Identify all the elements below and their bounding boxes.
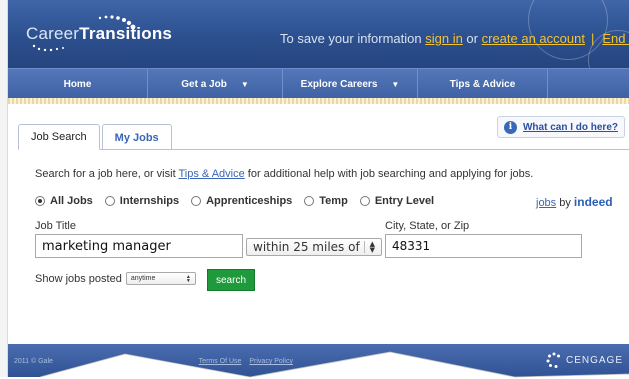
job-search-panel: Job Search My Jobs i What can I do here?…	[8, 104, 629, 344]
end-session-link[interactable]: End Session	[602, 31, 629, 46]
indeed-logo[interactable]: indeed	[574, 195, 613, 209]
save-info-or: or	[462, 31, 482, 46]
sign-in-link[interactable]: sign in	[425, 31, 463, 46]
location-input[interactable]	[385, 234, 582, 258]
search-button[interactable]: search	[207, 269, 255, 291]
tab-my-jobs[interactable]: My Jobs	[101, 124, 172, 150]
torn-edge-decoration	[0, 351, 629, 379]
intro-prefix: Search for a job here, or visit	[35, 168, 179, 180]
radio-label: Internships	[119, 195, 180, 207]
indeed-by-text: by	[556, 197, 574, 209]
radio-unselected-icon	[304, 196, 315, 206]
select-arrows-icon: ▲ ▼	[363, 241, 375, 254]
radio-apprenticeships[interactable]: Apprenticeships	[191, 195, 292, 207]
nav-item-get-a-job[interactable]: Get a Job ▼	[148, 69, 283, 99]
job-title-label: Job Title	[35, 220, 76, 232]
chevron-down-icon: ▼	[240, 79, 249, 89]
tab-divider	[18, 149, 629, 150]
main-nav: Home Get a Job ▼ Explore Careers ▼ Tips & …	[8, 68, 629, 99]
save-info-message: To save your information sign in or crea…	[280, 31, 629, 46]
what-can-i-do-link[interactable]: What can I do here?	[523, 122, 618, 133]
create-account-link[interactable]: create an account	[482, 31, 585, 46]
nav-label: Tips & Advice	[449, 78, 516, 90]
tips-advice-link[interactable]: Tips & Advice	[178, 168, 244, 180]
posted-filter: Show jobs posted anytime ▲ ▼	[35, 272, 196, 285]
nav-item-explore-careers[interactable]: Explore Careers ▼	[283, 69, 418, 99]
radio-internships[interactable]: Internships	[104, 195, 180, 207]
radio-selected-icon	[35, 196, 45, 206]
posted-label: Show jobs posted	[35, 272, 122, 285]
nav-label: Explore Careers	[300, 78, 378, 90]
radio-label: Apprenticeships	[206, 195, 293, 207]
left-page-edge	[0, 0, 8, 379]
radio-unselected-icon	[191, 196, 202, 206]
logo-regular-text: Career	[26, 24, 80, 43]
nav-item-tips-advice[interactable]: Tips & Advice	[418, 69, 548, 99]
info-icon: i	[503, 120, 517, 134]
radio-label: All Jobs	[50, 195, 93, 207]
nav-label: Home	[63, 78, 92, 90]
distance-select-value: within 25 miles of	[253, 240, 360, 254]
help-box[interactable]: i What can I do here?	[496, 116, 625, 138]
radio-label: Entry Level	[374, 195, 435, 207]
tab-job-search[interactable]: Job Search	[18, 124, 100, 150]
radio-label: Temp	[319, 195, 348, 207]
posted-select-value: anytime	[130, 275, 156, 282]
save-info-prefix: To save your information	[280, 31, 426, 46]
jobs-link[interactable]: jobs	[536, 197, 556, 209]
job-type-radio-group: All Jobs Internships Apprenticeships Tem…	[35, 195, 446, 207]
career-transitions-logo[interactable]: CareerTransitions	[26, 24, 172, 44]
radio-all-jobs[interactable]: All Jobs	[35, 195, 93, 207]
site-header: CareerTransitions To save your informati…	[8, 0, 629, 68]
nav-label: Get a Job	[181, 78, 227, 90]
posted-select[interactable]: anytime ▲ ▼	[125, 272, 196, 285]
radio-unselected-icon	[104, 196, 115, 206]
radio-unselected-icon	[359, 196, 370, 206]
location-label: City, State, or Zip	[385, 220, 470, 232]
intro-text: Search for a job here, or visit Tips & A…	[35, 168, 533, 180]
radio-entry-level[interactable]: Entry Level	[359, 195, 435, 207]
nav-item-empty	[548, 69, 629, 99]
jobs-by-indeed: jobs by indeed	[536, 195, 613, 209]
nav-item-home[interactable]: Home	[8, 69, 148, 99]
select-arrows-icon: ▲ ▼	[185, 273, 191, 284]
radio-temp[interactable]: Temp	[304, 195, 348, 207]
logo-bold-text: Transitions	[79, 24, 173, 43]
job-title-input[interactable]	[35, 234, 243, 258]
tab-bar: Job Search My Jobs	[18, 124, 172, 150]
distance-select[interactable]: within 25 miles of ▲ ▼	[246, 238, 382, 256]
header-separator: |	[590, 31, 595, 46]
intro-suffix: for additional help with job searching a…	[244, 168, 534, 180]
chevron-down-icon: ▼	[391, 79, 400, 89]
